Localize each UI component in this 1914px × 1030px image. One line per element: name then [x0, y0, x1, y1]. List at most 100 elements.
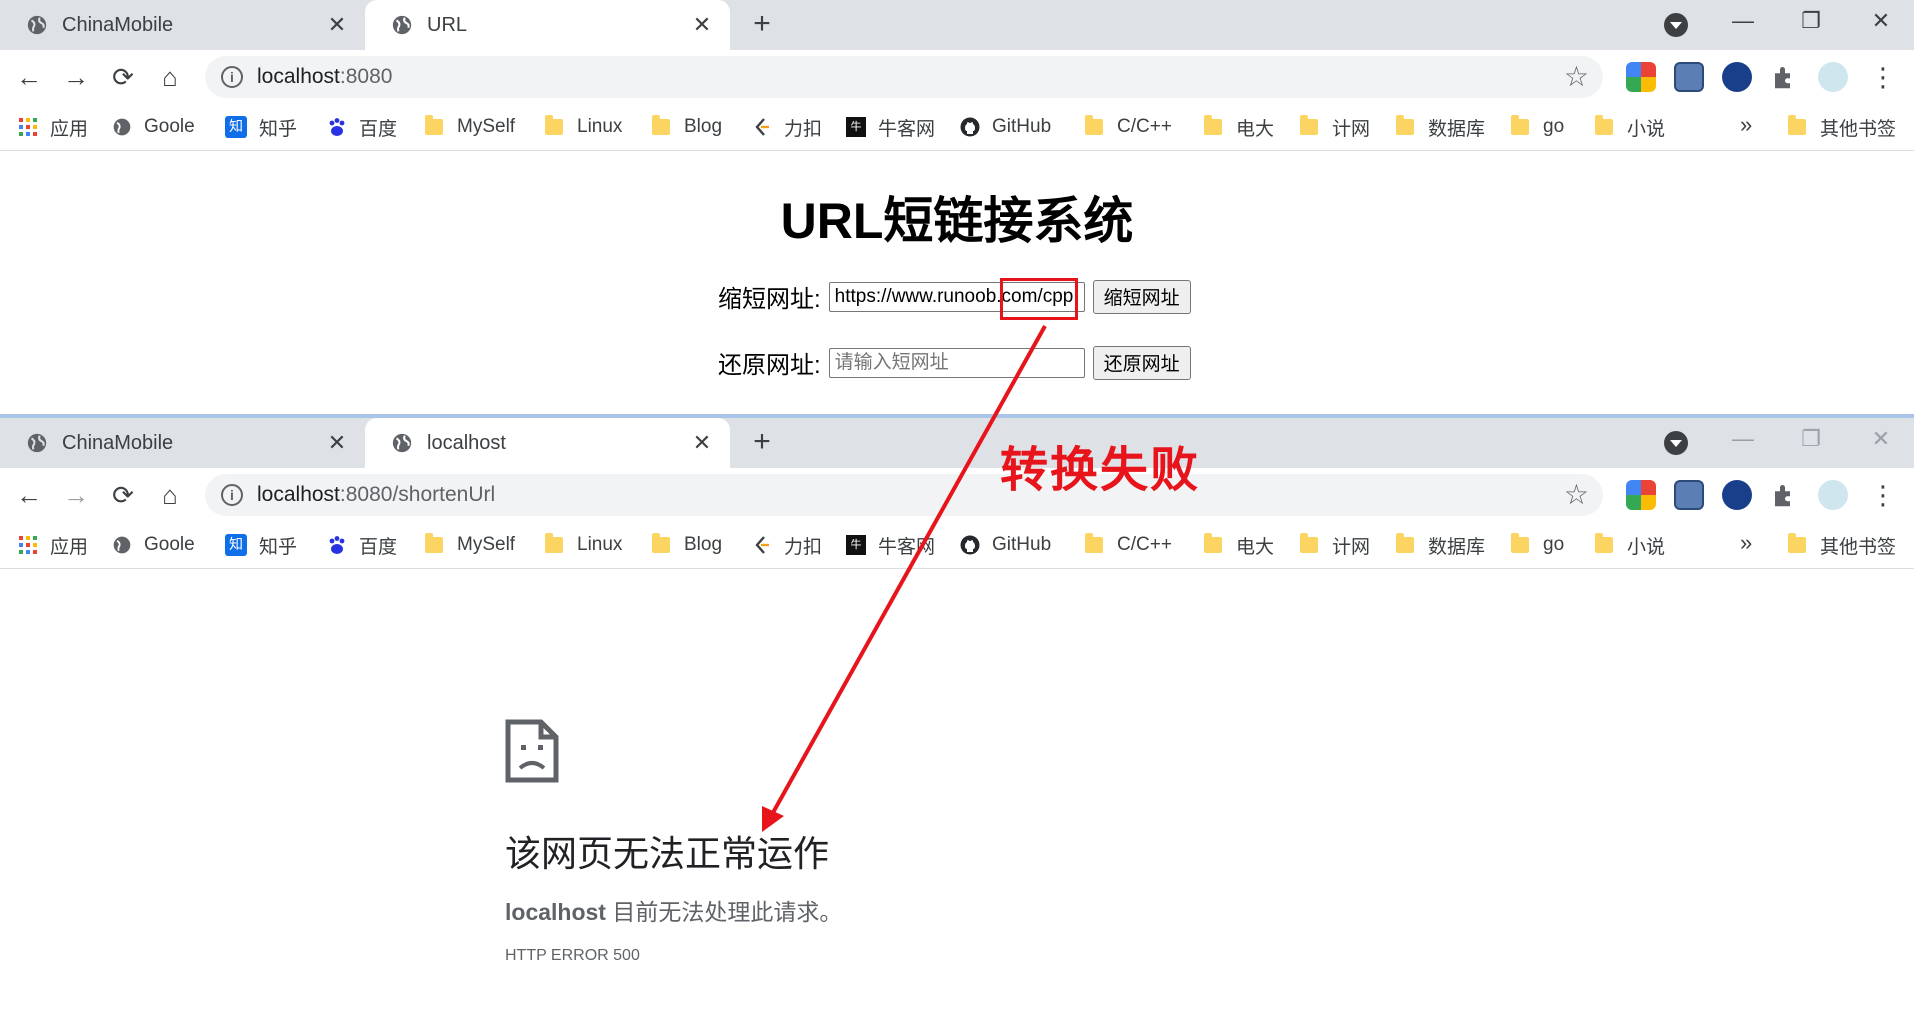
bookmark-blog[interactable]: Blog [652, 522, 722, 568]
profile-avatar[interactable] [1818, 62, 1848, 92]
bookmark-myself[interactable]: MySelf [425, 104, 515, 150]
restore-url-input[interactable] [828, 347, 1085, 378]
bookmark-star-icon[interactable]: ☆ [1564, 62, 1589, 92]
error-title: 该网页无法正常运作 [505, 833, 830, 874]
bookmarks-overflow-button[interactable]: » [1740, 530, 1752, 556]
bookmark-novel[interactable]: 小说 [1595, 522, 1665, 568]
bookmarks-overflow-button[interactable]: » [1740, 112, 1752, 138]
extension-circle-icon[interactable] [1722, 62, 1752, 92]
tab-close-icon[interactable]: ✕ [325, 12, 349, 38]
bookmark-novel[interactable]: 小说 [1595, 104, 1665, 150]
bookmark-leetcode[interactable]: 力扣 [752, 522, 822, 568]
folder-icon [1511, 115, 1529, 135]
bookmark-go[interactable]: go [1511, 104, 1564, 150]
browser-menu-icon[interactable]: ⋮ [1870, 478, 1896, 512]
extension-star-icon[interactable] [1674, 62, 1704, 92]
back-button[interactable]: ← [12, 478, 46, 512]
bookmark-nowcoder[interactable]: 牛 牛客网 [846, 104, 935, 150]
reload-button[interactable]: ⟳ [106, 478, 140, 512]
address-bar[interactable]: i localhost:8080 ☆ [205, 56, 1603, 98]
tab-url[interactable]: URL ✕ [365, 0, 730, 50]
shorten-button[interactable]: 缩短网址 [1092, 279, 1191, 314]
toolbar: ← → ⟳ ⌂ i localhost:8080/shortenUrl ☆ ⋮ [0, 468, 1914, 522]
site-info-icon[interactable]: i [221, 484, 243, 506]
home-button[interactable]: ⌂ [153, 478, 187, 512]
new-tab-button[interactable]: + [744, 6, 780, 42]
extension-colorful-icon[interactable] [1626, 62, 1656, 92]
forward-button[interactable]: → [59, 478, 93, 512]
window-close-button[interactable]: ✕ [1866, 8, 1896, 34]
bookmark-other[interactable]: 其他书签 [1788, 104, 1896, 150]
tab-chinamobile[interactable]: ChinaMobile ✕ [0, 418, 365, 468]
maximize-button[interactable]: ❐ [1796, 426, 1826, 452]
restore-button[interactable]: 还原网址 [1092, 345, 1191, 380]
bookmark-other[interactable]: 其他书签 [1788, 522, 1896, 568]
bookmark-cpp[interactable]: C/C++ [1085, 522, 1172, 568]
bookmark-cpp[interactable]: C/C++ [1085, 104, 1172, 150]
extensions-puzzle-icon[interactable] [1770, 62, 1800, 92]
back-button[interactable]: ← [12, 60, 46, 94]
new-tab-button[interactable]: + [744, 424, 780, 460]
tab-localhost[interactable]: localhost ✕ [365, 418, 730, 468]
bookmark-baidu[interactable]: 百度 [327, 104, 397, 150]
bookmark-apps[interactable]: 应用 [18, 104, 88, 150]
bookmark-goole[interactable]: Goole [112, 104, 195, 150]
bookmark-myself[interactable]: MySelf [425, 522, 515, 568]
annotation-label: 转换失败 [1000, 444, 1201, 497]
bookmark-dianda[interactable]: 电大 [1204, 104, 1274, 150]
browser-window-top: ChinaMobile ✕ URL ✕ + — ❐ ✕ ← → ⟳ ⌂ i lo… [0, 0, 1914, 418]
tab-chinamobile[interactable]: ChinaMobile ✕ [0, 0, 365, 50]
reload-button[interactable]: ⟳ [106, 60, 140, 94]
bookmark-dianda[interactable]: 电大 [1204, 522, 1274, 568]
home-button[interactable]: ⌂ [153, 60, 187, 94]
bookmark-leetcode[interactable]: 力扣 [752, 104, 822, 150]
bookmark-zhihu[interactable]: 知 知乎 [225, 104, 297, 150]
bookmark-star-icon[interactable]: ☆ [1564, 480, 1589, 510]
minimize-button[interactable]: — [1728, 426, 1758, 452]
globe-icon [392, 433, 412, 453]
folder-icon [1204, 533, 1222, 553]
bookmark-github[interactable]: GitHub [960, 522, 1051, 568]
maximize-button[interactable]: ❐ [1796, 8, 1826, 34]
address-bar[interactable]: i localhost:8080/shortenUrl ☆ [205, 474, 1603, 516]
tab-close-icon[interactable]: ✕ [690, 12, 714, 38]
baidu-paw-icon [329, 118, 345, 136]
bookmark-blog[interactable]: Blog [652, 104, 722, 150]
bookmark-github[interactable]: GitHub [960, 104, 1051, 150]
window-close-button[interactable]: ✕ [1866, 426, 1896, 452]
tab-search-icon[interactable] [1664, 431, 1688, 455]
site-info-icon[interactable]: i [221, 66, 243, 88]
forward-button[interactable]: → [59, 60, 93, 94]
tab-close-icon[interactable]: ✕ [325, 430, 349, 456]
bookmark-go[interactable]: go [1511, 522, 1564, 568]
bookmark-goole[interactable]: Goole [112, 522, 195, 568]
extension-colorful-icon[interactable] [1626, 480, 1656, 510]
extensions-puzzle-icon[interactable] [1770, 480, 1800, 510]
shorten-row: 缩短网址: 缩短网址 [718, 279, 1191, 314]
bookmark-jiwang[interactable]: 计网 [1300, 104, 1370, 150]
tab-strip: ChinaMobile ✕ URL ✕ + — ❐ ✕ [0, 0, 1914, 50]
bookmark-linux[interactable]: Linux [545, 522, 622, 568]
bookmark-baidu[interactable]: 百度 [327, 522, 397, 568]
address-text: localhost:8080 [257, 65, 393, 88]
folder-icon [652, 533, 670, 553]
profile-avatar[interactable] [1818, 480, 1848, 510]
bookmark-jiwang[interactable]: 计网 [1300, 522, 1370, 568]
highlight-box [1000, 278, 1078, 320]
bookmark-zhihu[interactable]: 知 知乎 [225, 522, 297, 568]
bookmark-linux[interactable]: Linux [545, 104, 622, 150]
tab-close-icon[interactable]: ✕ [690, 430, 714, 456]
tab-search-icon[interactable] [1664, 13, 1688, 37]
tab-title: ChinaMobile [62, 431, 174, 454]
tab-title: ChinaMobile [62, 13, 174, 36]
browser-menu-icon[interactable]: ⋮ [1870, 60, 1896, 94]
minimize-button[interactable]: — [1728, 8, 1758, 34]
extension-star-icon[interactable] [1674, 480, 1704, 510]
browser-window-bottom: ChinaMobile ✕ localhost ✕ + — ❐ ✕ ← → ⟳ … [0, 414, 1914, 1030]
bookmark-database[interactable]: 数据库 [1396, 104, 1485, 150]
bookmark-nowcoder[interactable]: 牛 牛客网 [846, 522, 935, 568]
bookmark-apps[interactable]: 应用 [18, 522, 88, 568]
bookmark-database[interactable]: 数据库 [1396, 522, 1485, 568]
extension-circle-icon[interactable] [1722, 480, 1752, 510]
apps-grid-icon [19, 118, 37, 136]
